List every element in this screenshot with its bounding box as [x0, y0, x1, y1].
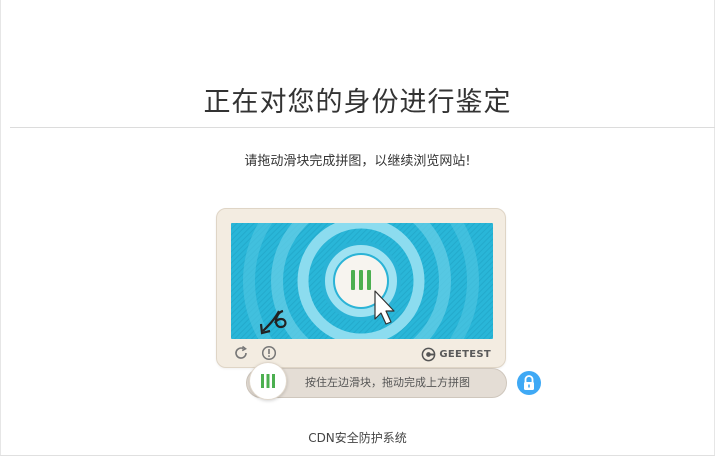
slider-handle[interactable] [249, 362, 287, 400]
footer-text: CDN安全防护系统 [308, 431, 407, 445]
geetest-logo[interactable]: GEETEST [421, 346, 491, 362]
captcha-panel: GEETEST [216, 208, 506, 368]
drag-handle-icon [261, 374, 275, 388]
slider-hint-text: 按住左边滑块，拖动完成上方拼图 [305, 376, 470, 389]
refresh-icon[interactable] [233, 345, 249, 361]
geetest-brand-text: GEETEST [439, 348, 491, 360]
page-title: 正在对您的身份进行鉴定 [203, 87, 512, 118]
captcha-panel-footer: GEETEST [231, 345, 493, 363]
feedback-icon[interactable] [261, 345, 277, 361]
title-divider [10, 127, 715, 128]
instruction-text: 请拖动滑块完成拼图，以继续浏览网站! [244, 154, 471, 169]
lock-icon [524, 375, 534, 390]
page-border-left [0, 0, 1, 456]
captcha-puzzle-image [231, 223, 493, 339]
lock-button[interactable] [517, 371, 541, 395]
geetest-logo-icon [422, 347, 436, 361]
